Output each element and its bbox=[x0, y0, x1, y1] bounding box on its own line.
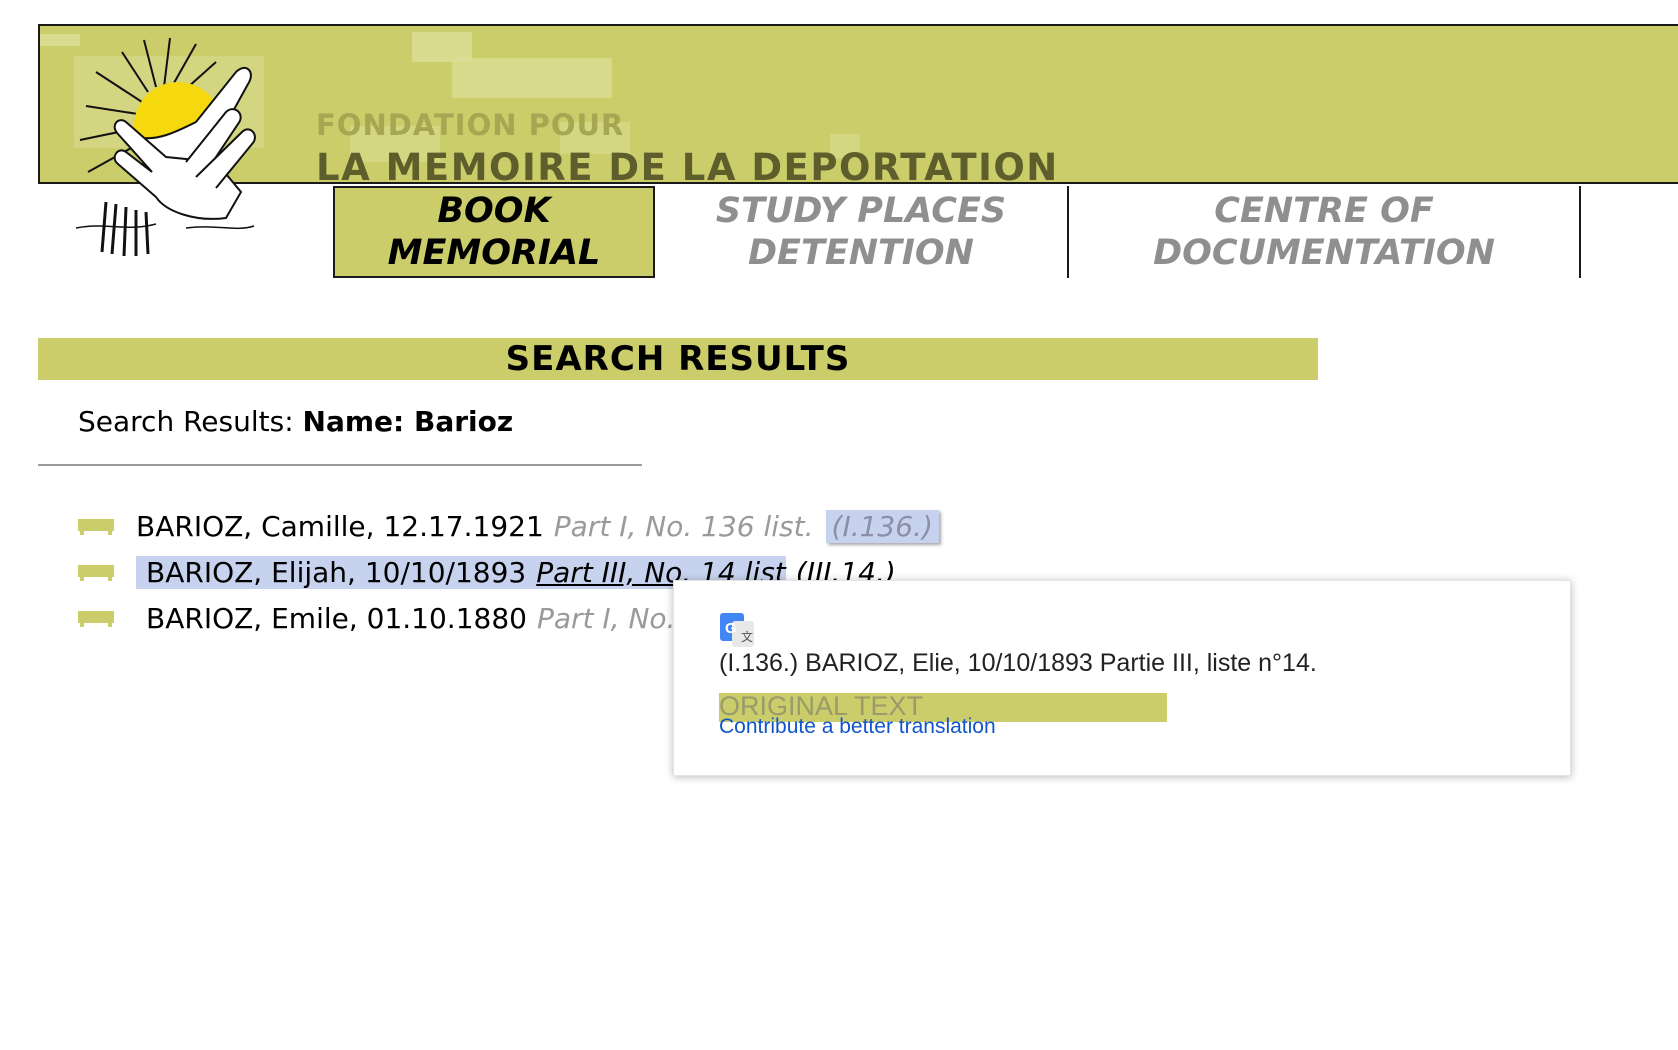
bullet-icon bbox=[78, 611, 114, 627]
tab-study-places-detention[interactable]: STUDY PLACES DETENTION bbox=[655, 186, 1069, 278]
sun-hands-logo-icon[interactable] bbox=[66, 32, 256, 258]
tab-centre-of-documentation[interactable]: CENTRE OF DOCUMENTATION bbox=[1069, 186, 1581, 278]
tab-label-line1: STUDY PLACES bbox=[715, 191, 1007, 231]
search-results-heading: SEARCH RESULTS bbox=[38, 338, 1318, 380]
result-code[interactable]: (I.136.) bbox=[825, 509, 939, 543]
brand-subtitle: FONDATION POUR bbox=[316, 108, 625, 142]
result-name[interactable]: BARIOZ, Elijah, 10/10/1893 bbox=[136, 555, 527, 589]
result-row[interactable]: BARIOZ, Camille, 12.17.1921 Part I, No. … bbox=[78, 506, 939, 546]
tab-label-line2: DETENTION bbox=[748, 233, 974, 273]
result-reference: Part I, No. bbox=[536, 601, 676, 635]
banner-decoration bbox=[452, 58, 612, 98]
tab-label-line1: BOOK bbox=[437, 191, 551, 231]
query-prefix: Search Results: bbox=[78, 405, 294, 438]
result-name[interactable]: BARIOZ, Emile, 01.10.1880 bbox=[136, 602, 527, 635]
search-query-summary: Search Results: Name: Barioz bbox=[78, 405, 513, 438]
result-row[interactable]: BARIOZ, Emile, 01.10.1880 Part I, No. bbox=[78, 598, 675, 638]
tab-label-line2: DOCUMENTATION bbox=[1153, 233, 1495, 273]
tab-label-line2: MEMORIAL bbox=[387, 233, 601, 273]
google-translate-icon[interactable]: G 文 bbox=[720, 613, 756, 649]
bullet-icon bbox=[78, 565, 114, 581]
contribute-translation-link[interactable]: Contribute a better translation bbox=[719, 715, 996, 739]
divider bbox=[38, 464, 642, 466]
result-reference: Part I, No. 136 list. bbox=[553, 509, 814, 543]
result-name[interactable]: BARIOZ, Camille, 12.17.1921 bbox=[136, 510, 544, 543]
translate-popup: G 文 (I.136.) BARIOZ, Elie, 10/10/1893 Pa… bbox=[673, 580, 1571, 776]
tab-label-line1: CENTRE OF bbox=[1214, 191, 1434, 231]
svg-text:文: 文 bbox=[741, 629, 753, 644]
tab-book-memorial[interactable]: BOOK MEMORIAL bbox=[333, 186, 655, 278]
header-banner: FONDATION POUR LA MEMOIRE DE LA DEPORTAT… bbox=[38, 24, 1678, 184]
svg-text:G: G bbox=[725, 620, 737, 637]
search-results-title: SEARCH RESULTS bbox=[505, 339, 851, 379]
bullet-icon bbox=[78, 519, 114, 535]
brand-title: LA MEMOIRE DE LA DEPORTATION bbox=[316, 146, 1059, 184]
query-value: Name: Barioz bbox=[302, 405, 514, 438]
translated-text: (I.136.) BARIOZ, Elie, 10/10/1893 Partie… bbox=[719, 649, 1317, 677]
